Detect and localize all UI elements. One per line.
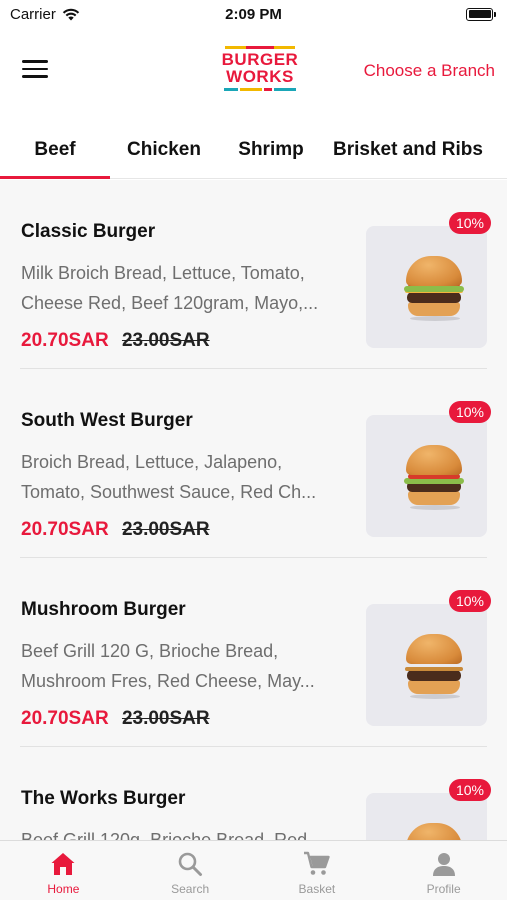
choose-branch-button[interactable]: Choose a Branch — [364, 61, 495, 81]
product-image — [366, 604, 487, 726]
product-item-south-west-burger[interactable]: South West Burger Broich Bread, Lettuce,… — [0, 369, 507, 558]
bottom-tab-bar: Home Search Basket Profile — [0, 840, 507, 900]
discount-badge: 10% — [449, 212, 491, 234]
tabbar-basket[interactable]: Basket — [254, 841, 381, 900]
product-item-mushroom-burger[interactable]: Mushroom Burger Beef Grill 120 G, Brioch… — [0, 558, 507, 747]
discounted-price: 20.70SAR — [21, 708, 109, 729]
menu-icon-line — [22, 67, 48, 70]
product-description: Milk Broich Bread, Lettuce, Tomato, Chee… — [21, 258, 349, 318]
burger-image — [404, 256, 464, 321]
tabbar-profile[interactable]: Profile — [380, 841, 507, 900]
tabbar-search[interactable]: Search — [127, 841, 254, 900]
product-prices: 20.70SAR 23.00SAR — [21, 519, 210, 541]
description-line: Milk Broich Bread, Lettuce, Tomato, — [21, 263, 305, 283]
status-left: Carrier — [10, 6, 80, 23]
burger-image — [404, 634, 464, 699]
tab-beef[interactable]: Beef — [0, 125, 110, 179]
menu-icon-line — [22, 75, 48, 78]
tabbar-label: Search — [171, 882, 210, 896]
logo-utensils — [218, 88, 302, 91]
tab-chicken[interactable]: Chicken — [110, 125, 218, 178]
product-description: Broich Bread, Lettuce, Jalapeno, Tomato,… — [21, 447, 349, 507]
menu-button[interactable] — [22, 60, 48, 80]
burger-image — [404, 823, 464, 840]
logo-stripe — [225, 46, 295, 49]
search-icon — [178, 852, 203, 876]
original-price: 23.00SAR — [121, 519, 210, 540]
product-image — [366, 226, 487, 348]
product-item-classic-burger[interactable]: Classic Burger Milk Broich Bread, Lettuc… — [0, 180, 507, 369]
cart-icon — [303, 851, 330, 875]
product-name: South West Burger — [21, 410, 193, 431]
description-line: Broich Bread, Lettuce, Jalapeno, — [21, 452, 283, 472]
description-line: Mushroom Fres, Red Cheese, May... — [21, 671, 315, 691]
product-item-the-works-burger[interactable]: The Works Burger Beef Grill 120g, Brioch… — [0, 747, 507, 840]
logo-text-bottom: WORKS — [226, 67, 294, 86]
discount-badge: 10% — [449, 779, 491, 801]
tab-shrimp[interactable]: Shrimp — [218, 125, 324, 178]
description-line: Beef Grill 120 G, Brioche Bread, — [21, 641, 279, 661]
tabbar-label: Basket — [298, 882, 336, 896]
product-list[interactable]: Classic Burger Milk Broich Bread, Lettuc… — [0, 180, 507, 840]
original-price: 23.00SAR — [121, 330, 210, 351]
discount-badge: 10% — [449, 401, 491, 423]
status-bar: Carrier 2:09 PM — [0, 0, 507, 28]
product-image — [366, 415, 487, 537]
tab-brisket-and-ribs[interactable]: Brisket and Ribs — [324, 125, 492, 178]
tabbar-label: Home — [47, 882, 80, 896]
tabbar-label: Profile — [426, 882, 461, 896]
burger-image — [404, 445, 464, 510]
discounted-price: 20.70SAR — [21, 330, 109, 351]
original-price: 23.00SAR — [121, 708, 210, 729]
home-icon — [51, 853, 75, 875]
description-line: Beef Grill 120g, Brioche Bread, Red — [21, 830, 308, 840]
product-name: The Works Burger — [21, 788, 186, 809]
discount-badge: 10% — [449, 590, 491, 612]
product-name: Mushroom Burger — [21, 599, 186, 620]
brand-logo: BURGER WORKS — [218, 46, 302, 100]
product-name: Classic Burger — [21, 221, 156, 242]
wifi-icon — [62, 8, 80, 20]
description-line: Cheese Red, Beef 120gram, Mayo,... — [21, 293, 319, 313]
logo-text-top: BURGER — [221, 50, 299, 69]
description-line: Tomato, Southwest Sauce, Red Ch... — [21, 482, 317, 502]
carrier-label: Carrier — [10, 5, 56, 23]
app-header: BURGER WORKS Choose a Branch — [0, 28, 507, 114]
product-description: Beef Grill 120 G, Brioche Bread, Mushroo… — [21, 636, 349, 696]
product-description: Beef Grill 120g, Brioche Bread, Red — [21, 825, 349, 840]
product-prices: 20.70SAR 23.00SAR — [21, 330, 210, 352]
profile-icon — [432, 853, 455, 876]
battery-icon — [466, 7, 496, 21]
product-prices: 20.70SAR 23.00SAR — [21, 708, 210, 730]
tabbar-home[interactable]: Home — [0, 841, 127, 900]
discounted-price: 20.70SAR — [21, 519, 109, 540]
menu-icon-line — [22, 60, 48, 63]
category-tabs: Beef Chicken Shrimp Brisket and Ribs — [0, 125, 507, 179]
